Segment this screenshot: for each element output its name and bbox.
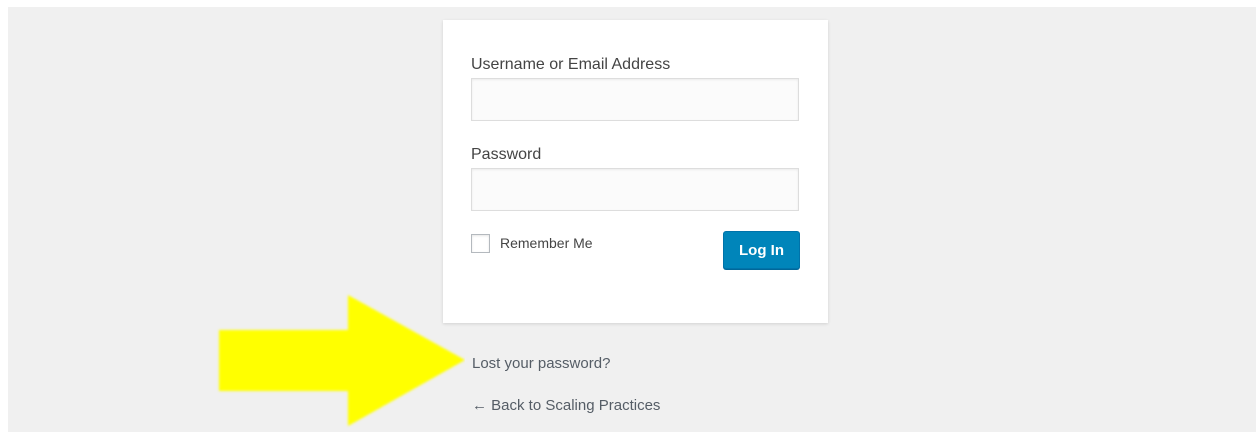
username-input[interactable] (471, 78, 799, 121)
back-to-site-link[interactable]: ← Back to Scaling Practices (472, 397, 660, 415)
password-input[interactable] (471, 168, 799, 211)
lost-password-link[interactable]: Lost your password? (472, 355, 610, 373)
username-label: Username or Email Address (471, 56, 671, 73)
remember-me-label[interactable]: Remember Me (500, 235, 593, 252)
password-label: Password (471, 146, 542, 163)
remember-me-checkbox[interactable] (471, 234, 490, 253)
log-in-button[interactable]: Log In (723, 231, 800, 269)
login-form: Username or Email Address Password Remem… (443, 20, 828, 323)
yellow-arrow-icon (219, 295, 465, 426)
